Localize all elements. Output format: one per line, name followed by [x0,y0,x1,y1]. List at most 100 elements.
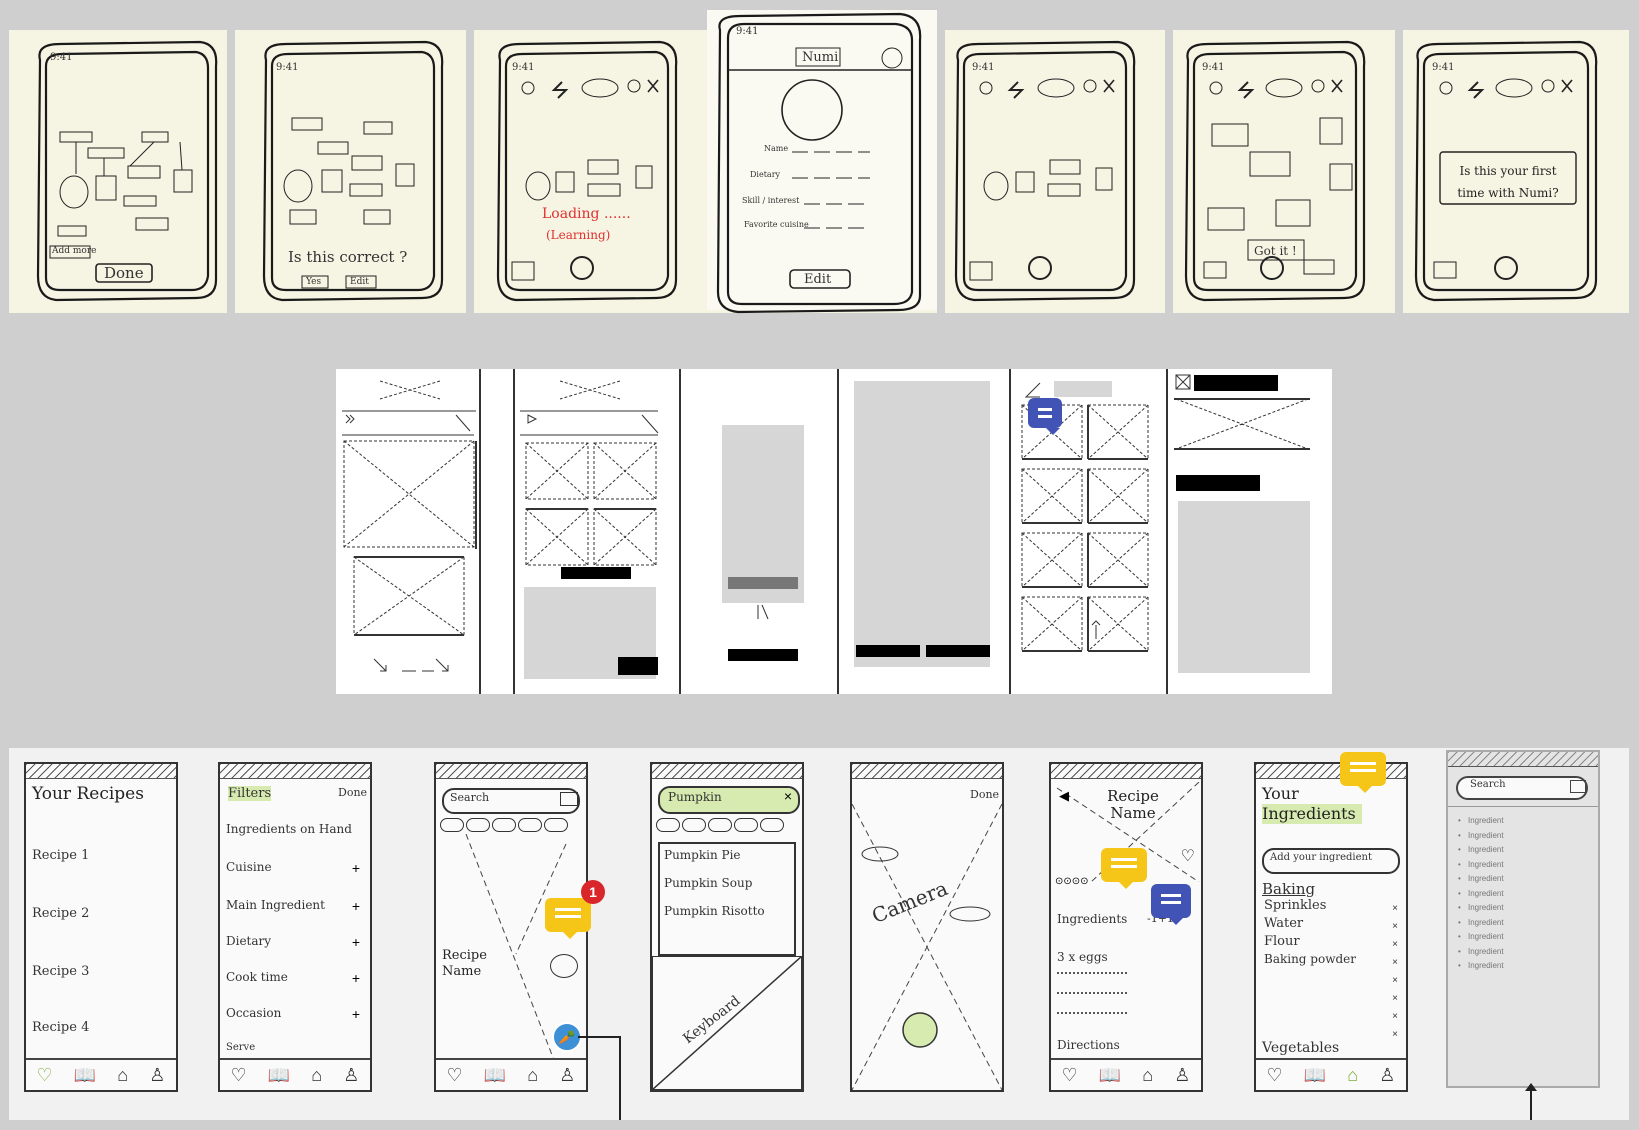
filter-row[interactable]: Cuisine [226,860,272,874]
remove-icons[interactable]: × × × × × × × × [1392,900,1398,1044]
suggestion-item[interactable]: Ingredient [1454,901,1584,916]
status-time: 9:41 [512,62,535,73]
person-icon[interactable]: ♙ [1379,1065,1395,1086]
plus-icon[interactable]: + [352,970,360,986]
wireframe-bar [1194,375,1278,391]
first-time-prompt: Is this your first time with Numi? [1457,164,1559,200]
search-placeholder: Search [450,791,490,804]
chip-row [440,818,580,834]
recipe-name: Recipe Name [1107,787,1159,822]
suggestion-item[interactable]: Ingredient [1454,887,1584,902]
done-button[interactable]: Done [338,786,367,799]
wireframe-bar [561,567,631,579]
connector-line [578,1036,620,1038]
suggestion-item[interactable]: Ingredient [1454,945,1584,960]
status-time: 9:41 [1432,62,1455,73]
filter-row[interactable]: Cook time [226,970,288,984]
comment-icon[interactable] [1151,884,1191,925]
comment-icon[interactable] [1028,398,1062,435]
filter-row[interactable]: Occasion [226,1006,281,1020]
suggestion-item[interactable]: Ingredient [1454,843,1584,858]
home-icon[interactable]: ⌂ [1347,1065,1358,1086]
heart-icon[interactable]: ♡ [447,1065,463,1086]
heart-icon[interactable] [550,954,578,978]
comment-icon[interactable] [1340,752,1386,793]
plus-icon[interactable]: + [352,898,360,914]
suggestion-item[interactable]: Ingredient [1454,829,1584,844]
filter-row[interactable]: Ingredients on Hand [226,822,352,836]
screen-title: Your Recipes [32,784,144,804]
bottom-nav: ♡ 📖 ⌂ ♙ [1051,1058,1201,1090]
heart-icon[interactable]: ♡ [231,1065,247,1086]
recipe-row[interactable]: Recipe 2 [32,906,89,921]
clear-icon[interactable]: × [784,788,792,804]
ingredient-row[interactable]: Sprinkles [1264,898,1326,913]
book-icon[interactable]: 📖 [1304,1065,1326,1086]
plus-icon[interactable]: + [352,934,360,950]
suggestion-item[interactable]: Ingredient [1454,858,1584,873]
loading-text: Loading ...... [542,206,631,222]
person-icon[interactable]: ♙ [149,1065,165,1086]
result-row[interactable]: Pumpkin Pie [664,848,741,862]
recipe-row[interactable]: Recipe 1 [32,848,89,863]
suggestion-item[interactable]: Ingredient [1454,872,1584,887]
plus-icon[interactable]: + [352,860,360,876]
plus-icon[interactable]: + [352,1006,360,1022]
camera-icon[interactable] [1570,780,1586,793]
heart-icon[interactable]: ♡ [1062,1065,1078,1086]
ingredient-row[interactable]: Water [1264,916,1303,931]
suggestion-item[interactable]: Ingredient [1454,930,1584,945]
recipe-row[interactable]: Recipe 4 [32,1020,89,1035]
home-icon[interactable]: ⌂ [527,1065,538,1086]
recipe-row[interactable]: Recipe 3 [32,964,89,979]
ingredient-row[interactable]: Baking powder [1264,952,1356,966]
wireframe-bar [856,645,920,657]
sketch-phone-1 [36,40,218,302]
book-icon[interactable]: 📖 [1099,1065,1121,1086]
book-icon[interactable]: 📖 [74,1065,96,1086]
suggestion-item[interactable]: Ingredient [1454,916,1584,931]
filter-row[interactable]: Serve [226,1042,255,1053]
add-ingredient-label: Add your ingredient [1270,852,1372,863]
ingredients-heading: Ingredients [1057,912,1128,926]
heart-icon[interactable]: ♡ [1181,846,1195,866]
person-icon[interactable]: ♙ [1174,1065,1190,1086]
suggestion-item[interactable]: Ingredient [1454,959,1584,974]
profile-field-name: Name [764,144,789,153]
person-icon[interactable]: ♙ [559,1065,575,1086]
screen-your-ingredients: Your Ingredients Add your ingredient Bak… [1254,762,1408,1092]
done-button[interactable]: Done [970,788,999,801]
wireframes [342,369,1310,694]
result-row[interactable]: Pumpkin Soup [664,876,752,890]
filter-row[interactable]: Main Ingredient [226,898,325,912]
book-icon[interactable]: 📖 [268,1065,290,1086]
back-icon[interactable]: ◀ [1059,788,1069,804]
camera-icon[interactable] [560,792,578,806]
connector-line [619,1036,621,1120]
filters-title: Filters [228,786,272,801]
comment-icon[interactable] [1101,848,1147,889]
ingredient-suggestions: Ingredient Ingredient Ingredient Ingredi… [1454,814,1584,974]
home-icon[interactable]: ⌂ [1142,1065,1153,1086]
sketch-done-button: Done [104,264,144,282]
comment-icon[interactable] [545,898,591,939]
person-icon[interactable]: ♙ [343,1065,359,1086]
home-icon[interactable]: ⌂ [311,1065,322,1086]
status-time: 9:41 [276,62,299,73]
suggestion-item[interactable]: Ingredient [1454,814,1584,829]
filter-row[interactable]: Dietary [226,934,271,948]
heart-icon[interactable]: ♡ [1267,1065,1283,1086]
sketch-phone-5 [954,40,1136,302]
screen-recipe-detail: ◀ Recipe Name ♡ ⊙⊙⊙⊙ Ingredients -1+1 3 … [1049,762,1203,1092]
result-row[interactable]: Pumpkin Risotto [664,904,765,918]
bottom-nav: ♡ 📖 ⌂ ♙ [220,1058,370,1090]
home-icon[interactable]: ⌂ [117,1065,128,1086]
profile-field-skill: Skill / interest [742,196,800,205]
book-icon[interactable]: 📖 [484,1065,506,1086]
ingredient-row[interactable]: Flour [1264,934,1300,949]
loading-subtext: (Learning) [546,228,611,242]
wireframe-block [854,381,990,667]
app-name: Numi [802,50,839,65]
sketch-yes-button: Yes [306,277,322,287]
heart-icon[interactable]: ♡ [37,1065,53,1086]
